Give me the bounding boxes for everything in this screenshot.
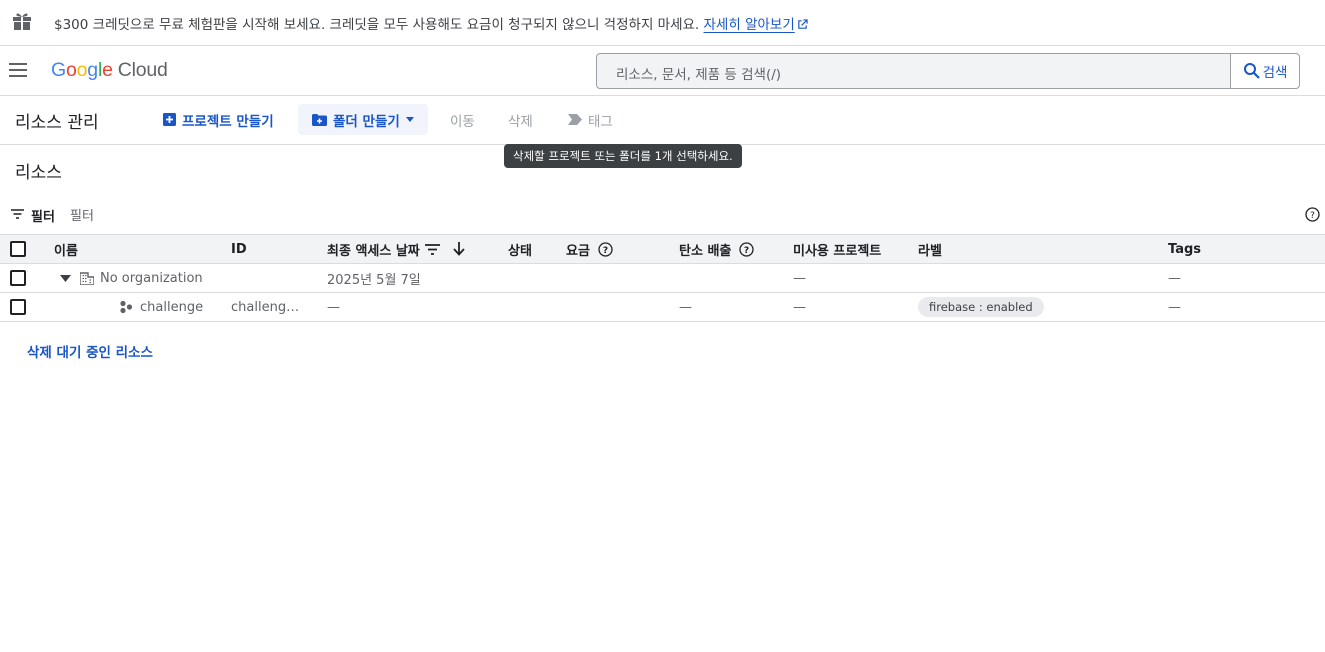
sort-icon[interactable] [424, 243, 440, 255]
carbon-cell: — [679, 299, 692, 315]
col-last-access-label: 최종 액세스 날짜 [327, 243, 420, 259]
page-toolbar: 리소스 관리 프로젝트 만들기 폴더 만들기 이동 삭제 태그 [0, 96, 1325, 145]
create-folder-label: 폴더 만들기 [333, 113, 400, 130]
svg-text:?: ? [1310, 211, 1315, 221]
select-all-cell [10, 235, 26, 263]
table-header: 이름 ID 최종 액세스 날짜 상태 요금 ? 탄소 배출 ? 미사용 프로젝트… [0, 234, 1325, 264]
label-chip: firebase : enabled [918, 297, 1044, 317]
project-name-link[interactable]: challenge [140, 300, 203, 315]
unused-cell: — [793, 270, 806, 286]
delete-label: 삭제 [508, 113, 533, 130]
tag-icon [568, 114, 582, 125]
resources-table: 이름 ID 최종 액세스 날짜 상태 요금 ? 탄소 배출 ? 미사용 프로젝트… [0, 234, 1325, 322]
create-folder-button[interactable]: 폴더 만들기 [298, 104, 428, 135]
col-labels[interactable]: 라벨 [918, 235, 942, 263]
caret-down-icon[interactable] [60, 274, 71, 282]
google-cloud-logo[interactable]: Google Cloud [51, 59, 168, 82]
tag-button[interactable]: 태그 [562, 104, 619, 135]
organization-icon [80, 271, 94, 285]
last-access-cell: — [327, 299, 340, 315]
gift-icon [13, 13, 31, 30]
carbon-help-icon[interactable]: ? [739, 241, 755, 257]
id-cell: challeng… [231, 299, 300, 315]
pending-deletion-link[interactable]: 삭제 대기 중인 리소스 [27, 341, 153, 361]
logo-product: Cloud [117, 59, 168, 81]
filter-bar: 필터 필터 ? [0, 200, 1325, 230]
search-placeholder: 리소스, 문서, 제품 등 검색(/) [616, 67, 782, 83]
row-name: No organization [100, 270, 203, 286]
labels-cell: firebase : enabled [918, 293, 1044, 321]
col-unused[interactable]: 미사용 프로젝트 [793, 235, 881, 263]
delete-tooltip: 삭제할 프로젝트 또는 폴더를 1개 선택하세요. [504, 144, 742, 168]
tags-cell: — [1168, 270, 1181, 286]
delete-button[interactable]: 삭제 [502, 104, 539, 135]
search-button-label: 검색 [1262, 65, 1288, 81]
logo-letter: G [51, 59, 66, 81]
row-checkbox[interactable] [10, 299, 26, 315]
col-billing[interactable]: 요금 ? [566, 235, 613, 263]
arrow-down-icon[interactable] [453, 242, 465, 256]
col-last-access[interactable]: 최종 액세스 날짜 [327, 235, 465, 263]
help-icon[interactable]: ? [1305, 207, 1320, 222]
col-name[interactable]: 이름 [54, 235, 78, 263]
create-project-label: 프로젝트 만들기 [182, 113, 274, 130]
col-status[interactable]: 상태 [508, 235, 532, 263]
trial-banner-text: $300 크레딧으로 무료 체험판을 시작해 보세요. 크레딧을 모두 사용해도… [54, 13, 808, 33]
select-all-checkbox[interactable] [10, 241, 26, 257]
create-project-button[interactable]: 프로젝트 만들기 [157, 104, 280, 135]
trial-message: $300 크레딧으로 무료 체험판을 시작해 보세요. 크레딧을 모두 사용해도… [54, 17, 700, 33]
page-title: 리소스 관리 [15, 113, 99, 133]
unused-cell: — [793, 299, 806, 315]
logo-letter: o [76, 59, 88, 81]
logo-letter: e [102, 59, 113, 81]
filter-input[interactable]: 필터 [70, 205, 94, 224]
select-cell [10, 264, 26, 292]
menu-icon[interactable] [9, 63, 27, 77]
col-carbon[interactable]: 탄소 배출 ? [679, 235, 755, 263]
table-row[interactable]: challenge challeng… — — — firebase : ena… [0, 293, 1325, 322]
svg-text:?: ? [603, 246, 608, 256]
filter-label: 필터 [31, 210, 55, 225]
row-checkbox[interactable] [10, 270, 26, 286]
external-link-icon [797, 19, 808, 29]
tag-label: 태그 [588, 113, 613, 130]
tags-cell: — [1168, 299, 1181, 315]
name-cell: No organization [60, 264, 203, 292]
select-cell [10, 293, 26, 321]
col-id[interactable]: ID [231, 235, 247, 263]
col-billing-label: 요금 [566, 243, 590, 259]
search-icon [1243, 63, 1260, 79]
resources-title: 리소스 [15, 163, 62, 183]
last-access-cell: 2025년 5월 7일 [327, 272, 421, 288]
learn-more-link[interactable]: 자세히 알아보기 [704, 17, 808, 33]
svg-text:?: ? [744, 246, 749, 256]
move-button[interactable]: 이동 [444, 104, 481, 135]
table-row[interactable]: No organization 2025년 5월 7일 — — [0, 264, 1325, 293]
trial-banner: $300 크레딧으로 무료 체험판을 시작해 보세요. 크레딧을 모두 사용해도… [0, 0, 1325, 46]
caret-down-icon [405, 117, 414, 122]
move-label: 이동 [450, 113, 475, 130]
learn-more-label: 자세히 알아보기 [703, 17, 795, 33]
col-carbon-label: 탄소 배출 [679, 243, 732, 259]
project-icon [120, 300, 133, 314]
search-input[interactable]: 리소스, 문서, 제품 등 검색(/) [596, 53, 1231, 89]
billing-help-icon[interactable]: ? [598, 241, 613, 257]
create-folder-icon [312, 113, 327, 126]
top-app-bar: Google Cloud 리소스, 문서, 제품 등 검색(/) 검색 [0, 47, 1325, 96]
search-button[interactable]: 검색 [1230, 53, 1300, 89]
col-tags[interactable]: Tags [1168, 235, 1201, 263]
filter-icon [11, 209, 24, 219]
logo-letter: g [87, 59, 98, 81]
add-box-icon [163, 113, 176, 126]
name-cell: challenge [119, 293, 203, 321]
logo-letter: o [65, 59, 77, 81]
